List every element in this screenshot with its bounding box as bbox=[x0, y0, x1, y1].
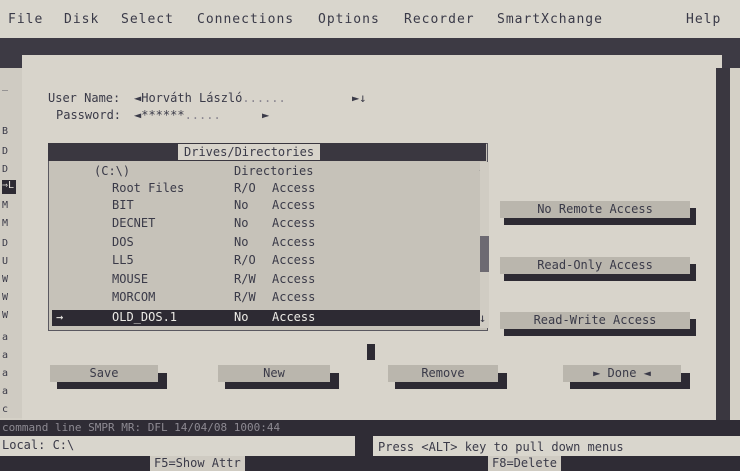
directory-permission: No bbox=[234, 235, 249, 249]
bg-list-item: a bbox=[2, 332, 9, 343]
menu-help[interactable]: Help bbox=[686, 12, 721, 27]
menu-hint: Press <ALT> key to pull down menus bbox=[378, 440, 624, 454]
directory-permission: No bbox=[234, 310, 249, 324]
background-file-list: _ B D D ⇒L M M D U W W W a a a a c bbox=[0, 68, 22, 418]
bg-list-item-selected: ⇒L bbox=[2, 180, 16, 194]
directory-access-label: Access bbox=[272, 290, 316, 304]
command-line-text: command line SMPR MR: DFL 14/04/08 1000:… bbox=[2, 421, 281, 434]
directory-row[interactable]: MORCOM R/W Access bbox=[60, 290, 480, 306]
menu-bar: File Disk Select Connections Options Rec… bbox=[0, 0, 740, 38]
directory-permission: No bbox=[234, 198, 249, 212]
bg-list-item: W bbox=[2, 292, 9, 303]
directory-access-label: Access bbox=[272, 310, 316, 324]
new-button[interactable]: New bbox=[218, 365, 330, 382]
directory-row[interactable]: Root Files R/O Access bbox=[60, 181, 480, 197]
drive-label: (C:\) bbox=[94, 164, 131, 178]
directory-row[interactable]: MOUSE R/W Access bbox=[60, 272, 480, 288]
password-value: ◄****** bbox=[134, 108, 185, 122]
directory-name: Root Files bbox=[112, 181, 185, 195]
directory-row[interactable]: DECNET No Access bbox=[60, 216, 480, 232]
bg-list-item: B bbox=[2, 126, 9, 137]
directory-access-label: Access bbox=[272, 235, 316, 249]
directory-access-label: Access bbox=[272, 216, 316, 230]
remove-button[interactable]: Remove bbox=[388, 365, 498, 382]
no-remote-access-button[interactable]: No Remote Access bbox=[500, 201, 690, 218]
directory-access-label: Access bbox=[272, 198, 316, 212]
panel-scroll-thumb[interactable] bbox=[480, 236, 489, 272]
bg-list-item: _ bbox=[2, 80, 9, 91]
scroll-down-icon[interactable]: ↓ bbox=[479, 311, 486, 325]
menu-file[interactable]: File bbox=[8, 12, 43, 27]
directory-access-label: Access bbox=[272, 181, 316, 195]
bg-list-item: a bbox=[2, 350, 9, 361]
directory-name: BIT bbox=[112, 198, 134, 212]
f5-show-attr-key[interactable]: F5=Show Attr bbox=[150, 456, 245, 471]
bg-list-item: M bbox=[2, 200, 9, 211]
directories-header: Directories bbox=[234, 164, 314, 178]
directory-name: LL5 bbox=[112, 253, 134, 267]
bg-list-item: c bbox=[2, 404, 9, 415]
panel-title: Drives/Directories bbox=[178, 144, 321, 160]
read-only-access-button[interactable]: Read-Only Access bbox=[500, 257, 690, 274]
menu-recorder[interactable]: Recorder bbox=[404, 12, 475, 27]
directory-permission: No bbox=[234, 216, 249, 230]
status-separator bbox=[355, 436, 373, 456]
directory-row-selected[interactable]: → OLD_DOS.1 No Access bbox=[52, 310, 480, 326]
cursor-marker bbox=[367, 344, 375, 360]
panel-header-row: (C:\) Directories ↑ bbox=[60, 164, 485, 180]
dialog-shadow bbox=[716, 68, 730, 423]
user-name-label: User Name: bbox=[48, 91, 121, 105]
password-label: Password: bbox=[56, 108, 122, 122]
menu-connections[interactable]: Connections bbox=[197, 12, 294, 27]
menu-options[interactable]: Options bbox=[318, 12, 380, 27]
password-fill: ..... bbox=[184, 108, 221, 122]
directory-permission: R/O bbox=[234, 253, 256, 267]
directory-row[interactable]: BIT No Access bbox=[60, 198, 480, 214]
read-write-access-button[interactable]: Read-Write Access bbox=[500, 312, 690, 329]
bg-list-item: W bbox=[2, 274, 9, 285]
directory-permission: R/O bbox=[234, 181, 256, 195]
done-button[interactable]: ► Done ◄ bbox=[563, 365, 681, 382]
menu-disk[interactable]: Disk bbox=[64, 12, 99, 27]
directory-permission: R/W bbox=[234, 272, 256, 286]
directory-name: MORCOM bbox=[112, 290, 156, 304]
bg-list-item: a bbox=[2, 368, 9, 379]
bg-list-item: D bbox=[2, 164, 9, 175]
user-name-value: ◄Horváth László bbox=[134, 91, 243, 105]
bg-list-item: D bbox=[2, 146, 9, 157]
save-button[interactable]: Save bbox=[50, 365, 158, 382]
password-end: ► bbox=[262, 108, 270, 122]
directory-access-label: Access bbox=[272, 253, 316, 267]
bg-list-item: U bbox=[2, 256, 9, 267]
directory-row[interactable]: DOS No Access bbox=[60, 235, 480, 251]
directory-name: DOS bbox=[112, 235, 134, 249]
directory-row[interactable]: LL5 R/O Access bbox=[60, 253, 480, 269]
f8-delete-key[interactable]: F8=Delete bbox=[488, 456, 562, 471]
user-name-fill: ...... bbox=[242, 91, 286, 105]
bg-list-item: M bbox=[2, 218, 9, 229]
directory-name: OLD_DOS.1 bbox=[112, 310, 178, 324]
menu-smartxchange[interactable]: SmartXchange bbox=[497, 12, 603, 27]
bg-list-item: D bbox=[2, 238, 9, 249]
directory-name: DECNET bbox=[112, 216, 156, 230]
user-name-end: ►↓ bbox=[352, 91, 367, 105]
directory-name: MOUSE bbox=[112, 272, 149, 286]
bg-list-item: W bbox=[2, 310, 9, 321]
local-path: Local: C:\ bbox=[2, 438, 75, 452]
function-key-bar bbox=[0, 456, 740, 471]
row-pointer-icon: → bbox=[56, 310, 64, 324]
user-name-field[interactable]: ◄Horváth László...... bbox=[134, 91, 286, 105]
directory-access-label: Access bbox=[272, 272, 316, 286]
menu-select[interactable]: Select bbox=[121, 12, 174, 27]
password-field[interactable]: ◄******..... bbox=[134, 108, 221, 122]
bg-list-item: a bbox=[2, 386, 9, 397]
directory-permission: R/W bbox=[234, 290, 256, 304]
